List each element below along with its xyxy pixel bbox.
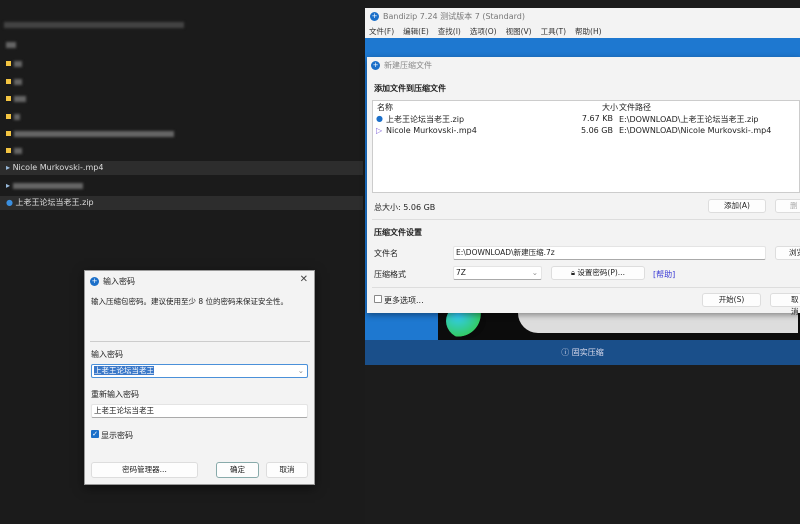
show-password-label[interactable]: 显示密码 [101, 430, 133, 441]
more-options-checkbox[interactable] [374, 295, 382, 303]
file-list-row[interactable]: ● 上老王论坛当老王.zip 7.67 KB E:\DOWNLOAD\上老王论坛… [373, 114, 799, 126]
video-icon: ▸ [6, 163, 11, 172]
folder-row[interactable] [0, 57, 363, 71]
file-name: Nicole Murkovski-.mp4 [12, 163, 104, 172]
divider [90, 341, 310, 342]
solid-compression-label: 固实压缩 [571, 348, 604, 357]
browse-button[interactable]: 浏览 [775, 246, 800, 260]
menu-bar: 文件(F) 编辑(E) 查找(I) 选项(O) 视图(V) 工具(T) 帮助(H… [365, 25, 800, 38]
menu-edit[interactable]: 编辑(E) [403, 25, 429, 38]
file-row[interactable]: ▸ Nicole Murkovski-.mp4 [0, 161, 363, 175]
total-size: 总大小: 5.06 GB [374, 203, 436, 212]
chevron-down-icon[interactable]: ⌄ [298, 365, 304, 377]
show-password-checkbox[interactable]: ✓ [91, 430, 99, 438]
password-input[interactable]: 上老王论坛当老王 ⌄ [91, 364, 308, 378]
menu-help[interactable]: 帮助(H) [575, 25, 602, 38]
zip-icon: ● [376, 114, 383, 123]
delete-button[interactable]: 删 [775, 199, 800, 213]
folder-icon [6, 61, 11, 66]
menu-file[interactable]: 文件(F) [369, 25, 394, 38]
more-options-label[interactable]: 更多选项... [384, 295, 424, 306]
zip-icon: ● [6, 198, 13, 207]
column-name[interactable]: 名称 [377, 102, 393, 113]
folder-row[interactable] [0, 144, 363, 158]
menu-options[interactable]: 选项(O) [470, 25, 497, 38]
column-path[interactable]: 文件路径 [619, 102, 651, 113]
folder-row[interactable] [0, 127, 363, 141]
file-name: 上老王论坛当老王.zip [386, 115, 465, 124]
help-link[interactable]: [帮助] [653, 269, 675, 280]
bandizip-icon: + [370, 12, 379, 21]
password-manager-button[interactable]: 密码管理器... [91, 462, 198, 478]
dialog-title: 输入密码 [103, 277, 135, 286]
file-path: E:\DOWNLOAD\Nicole Murkovski-.mp4 [619, 126, 772, 135]
file-row[interactable]: ● 上老王论坛当老王.zip [0, 196, 363, 210]
filename-input[interactable]: E:\DOWNLOAD\新建压缩.7z [453, 246, 766, 260]
video-icon: ▷ [376, 126, 383, 135]
lock-icon: 🔒︎ [571, 268, 576, 277]
set-password-button[interactable]: 🔒︎ 设置密码(P)... [551, 266, 645, 280]
file-name: Nicole Murkovski-.mp4 [386, 126, 477, 135]
explorer-toolbar [4, 20, 204, 28]
format-label: 压缩格式 [374, 270, 406, 279]
folder-icon [6, 114, 11, 119]
menu-find[interactable]: 查找(I) [438, 25, 461, 38]
format-select[interactable]: 7Z ⌄ [453, 266, 542, 280]
cancel-button[interactable]: 取消 [770, 293, 800, 316]
chevron-down-icon: ⌄ [531, 268, 538, 277]
column-size[interactable]: 大小 [602, 102, 618, 113]
folder-row[interactable] [0, 110, 363, 124]
file-name: 上老王论坛当老王.zip [15, 198, 94, 207]
cancel-button[interactable]: 取消 [266, 462, 308, 478]
filename-label: 文件名 [374, 249, 398, 258]
dialog-title: 新建压缩文件 [384, 61, 432, 70]
add-button[interactable]: 添加(A) [708, 199, 766, 213]
file-size: 5.06 GB [580, 126, 613, 135]
bandizip-icon: + [90, 277, 99, 286]
ok-button[interactable]: 确定 [216, 462, 259, 478]
new-archive-dialog: + 新建压缩文件 添加文件到压缩文件 名称 大小 文件路径 ● 上老王论坛当老王… [367, 57, 800, 316]
solid-compression-bar[interactable]: ⓘ 固实压缩 [365, 340, 800, 365]
file-list[interactable]: 名称 大小 文件路径 ● 上老王论坛当老王.zip 7.67 KB E:\DOW… [372, 100, 800, 193]
section-settings-heading: 压缩文件设置 [374, 228, 422, 237]
explorer-header [0, 38, 363, 52]
divider [372, 219, 800, 220]
info-icon: ⓘ [561, 348, 570, 357]
password-label: 输入密码 [91, 350, 123, 359]
divider [372, 287, 800, 288]
file-path: E:\DOWNLOAD\上老王论坛当老王.zip [619, 115, 759, 124]
file-row[interactable]: ▸ [0, 179, 363, 193]
folder-icon [6, 96, 11, 101]
folder-icon [6, 131, 11, 136]
file-size: 7.67 KB [581, 114, 613, 123]
start-button[interactable]: 开始(S) [702, 293, 761, 307]
set-password-label: 设置密码(P)... [577, 268, 625, 277]
close-icon[interactable]: ✕ [300, 274, 308, 285]
password-value: 上老王论坛当老王 [94, 366, 154, 375]
preview-image [438, 303, 800, 340]
format-value: 7Z [456, 268, 466, 277]
bandizip-icon: + [371, 61, 380, 70]
window-title: Bandizip 7.24 测试版本 7 (Standard) [383, 12, 525, 21]
file-list-row[interactable]: ▷ Nicole Murkovski-.mp4 5.06 GB E:\DOWNL… [373, 126, 799, 138]
confirm-password-input[interactable]: 上老王论坛当老王 [91, 404, 308, 418]
menu-tools[interactable]: 工具(T) [541, 25, 566, 38]
confirm-password-label: 重新输入密码 [91, 390, 139, 399]
section-add-heading: 添加文件到压缩文件 [374, 84, 446, 93]
folder-row[interactable] [0, 75, 363, 89]
menu-view[interactable]: 视图(V) [506, 25, 532, 38]
password-dialog: + 输入密码 ✕ 输入压缩包密码。建议使用至少 8 位的密码来保证安全性。 输入… [84, 270, 315, 485]
description: 输入压缩包密码。建议使用至少 8 位的密码来保证安全性。 [91, 297, 289, 306]
title-bar: + Bandizip 7.24 测试版本 7 (Standard) [365, 8, 800, 25]
folder-icon [6, 148, 11, 153]
folder-icon [6, 79, 11, 84]
file-icon: ▸ [6, 181, 11, 190]
folder-row[interactable] [0, 92, 363, 106]
